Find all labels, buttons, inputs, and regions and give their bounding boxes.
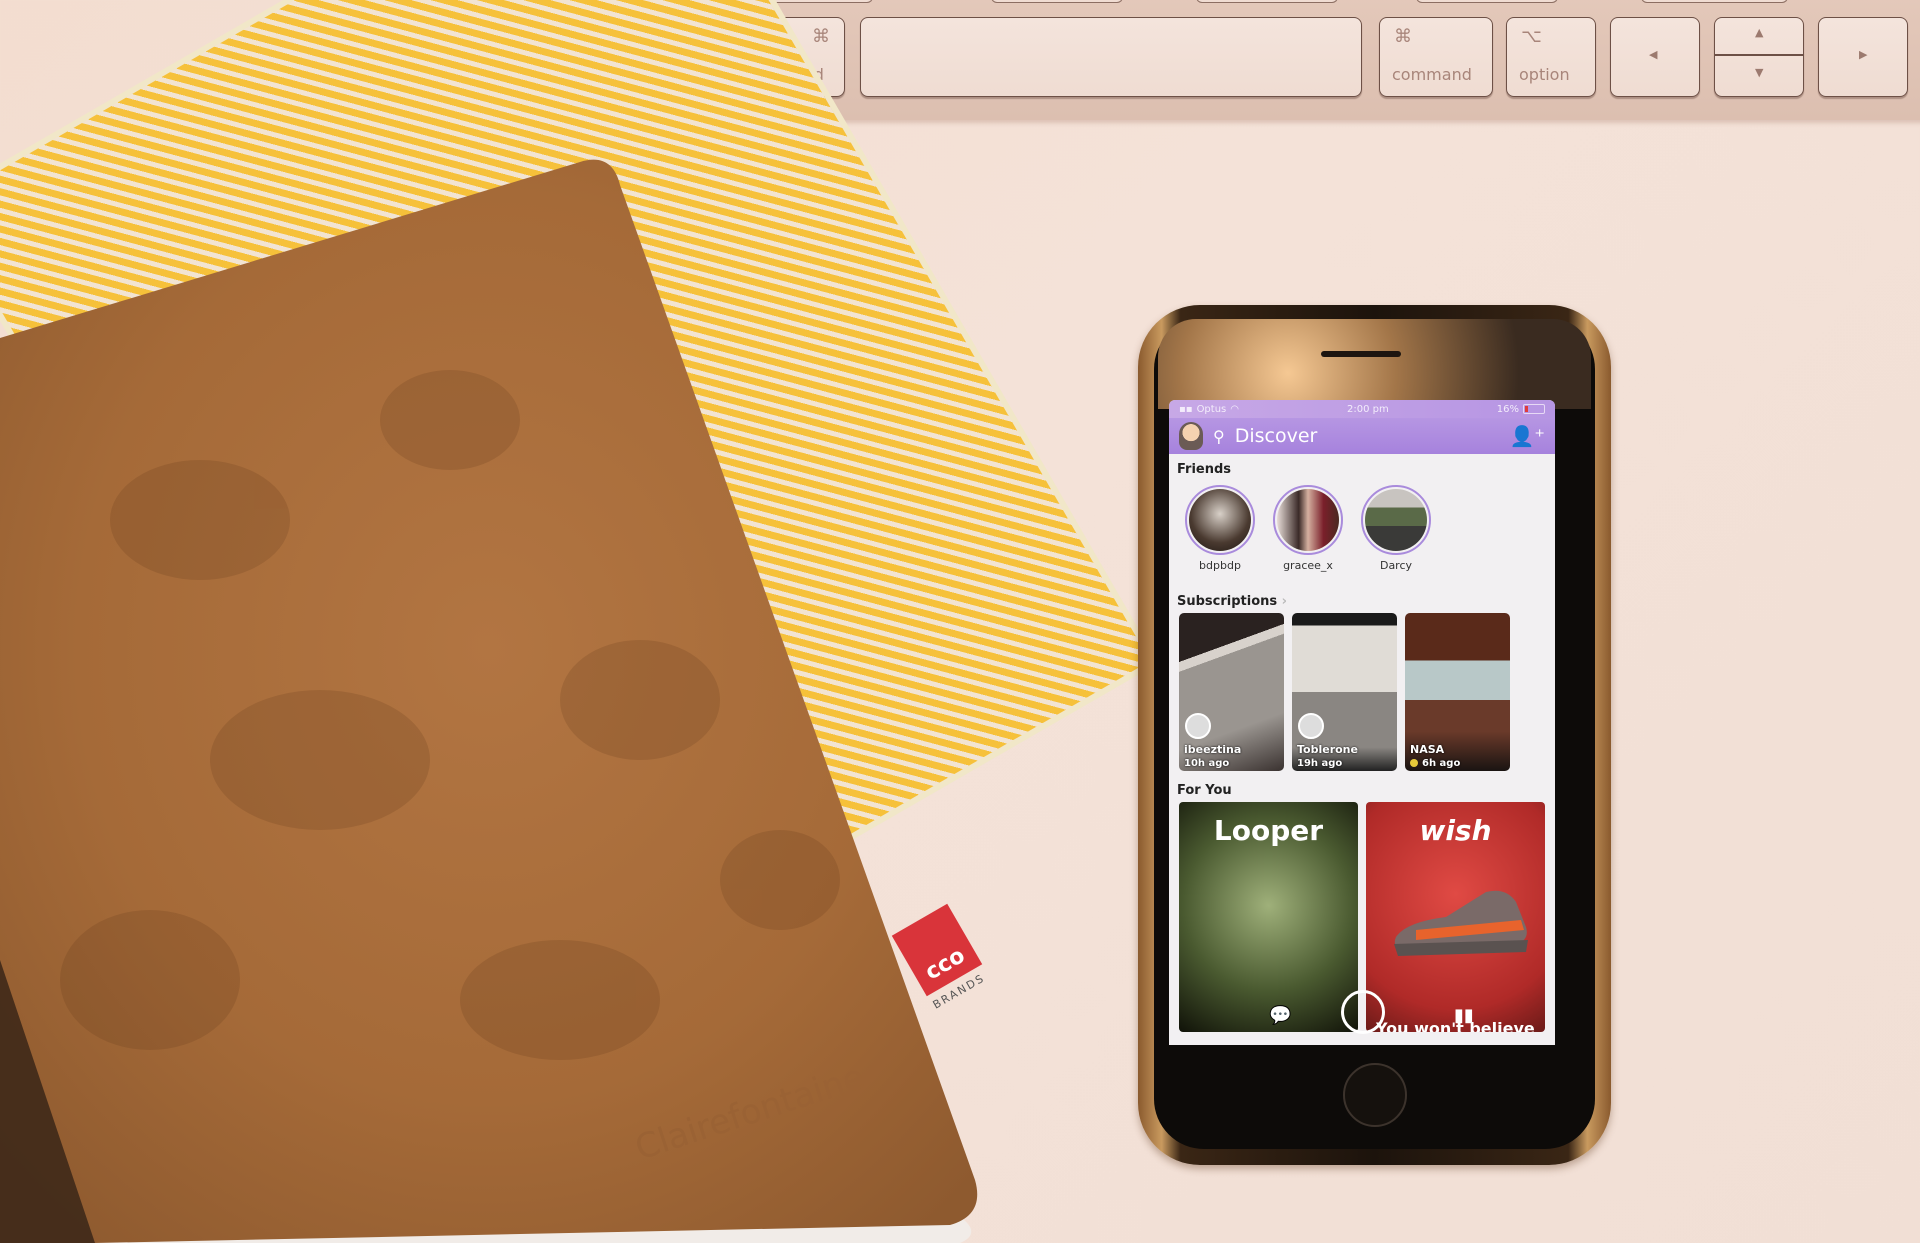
subscriptions-list: ibeeztina 10h ago Toblerone 19h ago NASA… xyxy=(1169,613,1555,771)
channel-logo: Looper xyxy=(1213,814,1324,847)
story-ring xyxy=(1361,485,1431,555)
bitmoji-avatar[interactable] xyxy=(1179,422,1203,450)
chevron-right-icon: › xyxy=(1281,594,1288,609)
carrier: Optus xyxy=(1196,403,1227,415)
story-thumbnail xyxy=(1365,489,1427,551)
friend-name: bdpbdp xyxy=(1199,559,1241,572)
subscriptions-title: Subscriptions xyxy=(1177,594,1278,609)
earpiece xyxy=(1321,351,1401,357)
subscription-card[interactable]: ibeeztina 10h ago xyxy=(1179,613,1284,771)
friend-story[interactable]: bdpbdp xyxy=(1183,485,1257,572)
battery-icon xyxy=(1522,404,1545,414)
clock: 2:00 pm xyxy=(1347,403,1389,415)
phone-top-reflection xyxy=(1158,319,1591,409)
page-title[interactable]: Discover xyxy=(1235,425,1500,447)
subscription-card[interactable]: Toblerone 19h ago xyxy=(1292,613,1397,771)
subscription-card[interactable]: NASA 6h ago xyxy=(1405,613,1510,771)
publish-time: 10h ago xyxy=(1184,758,1230,769)
subscriptions-header[interactable]: Subscriptions › xyxy=(1169,576,1555,613)
sneaker-image xyxy=(1394,890,1528,956)
for-you-card[interactable]: Looper xyxy=(1179,802,1358,1032)
story-ring xyxy=(1273,485,1343,555)
friend-name: gracee_x xyxy=(1283,559,1333,572)
battery-level xyxy=(1524,406,1529,412)
publisher-name: NASA xyxy=(1410,743,1445,756)
friend-story[interactable]: gracee_x xyxy=(1271,485,1345,572)
camera-icon[interactable] xyxy=(1341,990,1385,1034)
publisher-avatar xyxy=(1185,713,1211,739)
stories-icon[interactable]: ▮▮ xyxy=(1454,1005,1474,1026)
signal-icon: ▪▪ xyxy=(1179,403,1193,415)
discover-header: ⚲ Discover 👤⁺ xyxy=(1169,418,1555,454)
status-bar: ▪▪ Optus ◠ 2:00 pm 16% xyxy=(1169,400,1555,418)
publish-time: 19h ago xyxy=(1297,758,1343,769)
story-thumbnail xyxy=(1189,489,1251,551)
snapchat-discover-screen: ▪▪ Optus ◠ 2:00 pm 16% ⚲ Discover 👤⁺ Frien… xyxy=(1169,400,1555,1045)
friends-title: Friends xyxy=(1177,462,1232,477)
battery-percent: 16% xyxy=(1496,403,1519,415)
friend-story[interactable]: Darcy xyxy=(1359,485,1433,572)
add-friend-icon[interactable]: 👤⁺ xyxy=(1510,424,1545,448)
publisher-name: Toblerone xyxy=(1297,743,1358,756)
search-icon[interactable]: ⚲ xyxy=(1213,427,1225,446)
for-you-title: For You xyxy=(1177,783,1232,798)
friend-name: Darcy xyxy=(1379,559,1413,572)
publisher-avatar xyxy=(1298,713,1324,739)
publisher-name: ibeeztina xyxy=(1184,743,1242,756)
home-button[interactable] xyxy=(1343,1063,1407,1127)
for-you-card[interactable]: wish You won't believe xyxy=(1366,802,1545,1032)
story-ring xyxy=(1185,485,1255,555)
friends-list: bdpbdp gracee_x Darcy xyxy=(1169,481,1555,576)
chat-icon[interactable]: 💬 xyxy=(1269,1005,1291,1026)
brown-notebook: Clairefontaine xyxy=(0,159,978,1243)
publish-time: 6h ago xyxy=(1410,758,1460,769)
channel-logo: wish xyxy=(1419,814,1492,847)
wifi-icon: ◠ xyxy=(1230,403,1239,415)
status-dot-icon xyxy=(1410,759,1418,767)
story-thumbnail xyxy=(1277,489,1339,551)
